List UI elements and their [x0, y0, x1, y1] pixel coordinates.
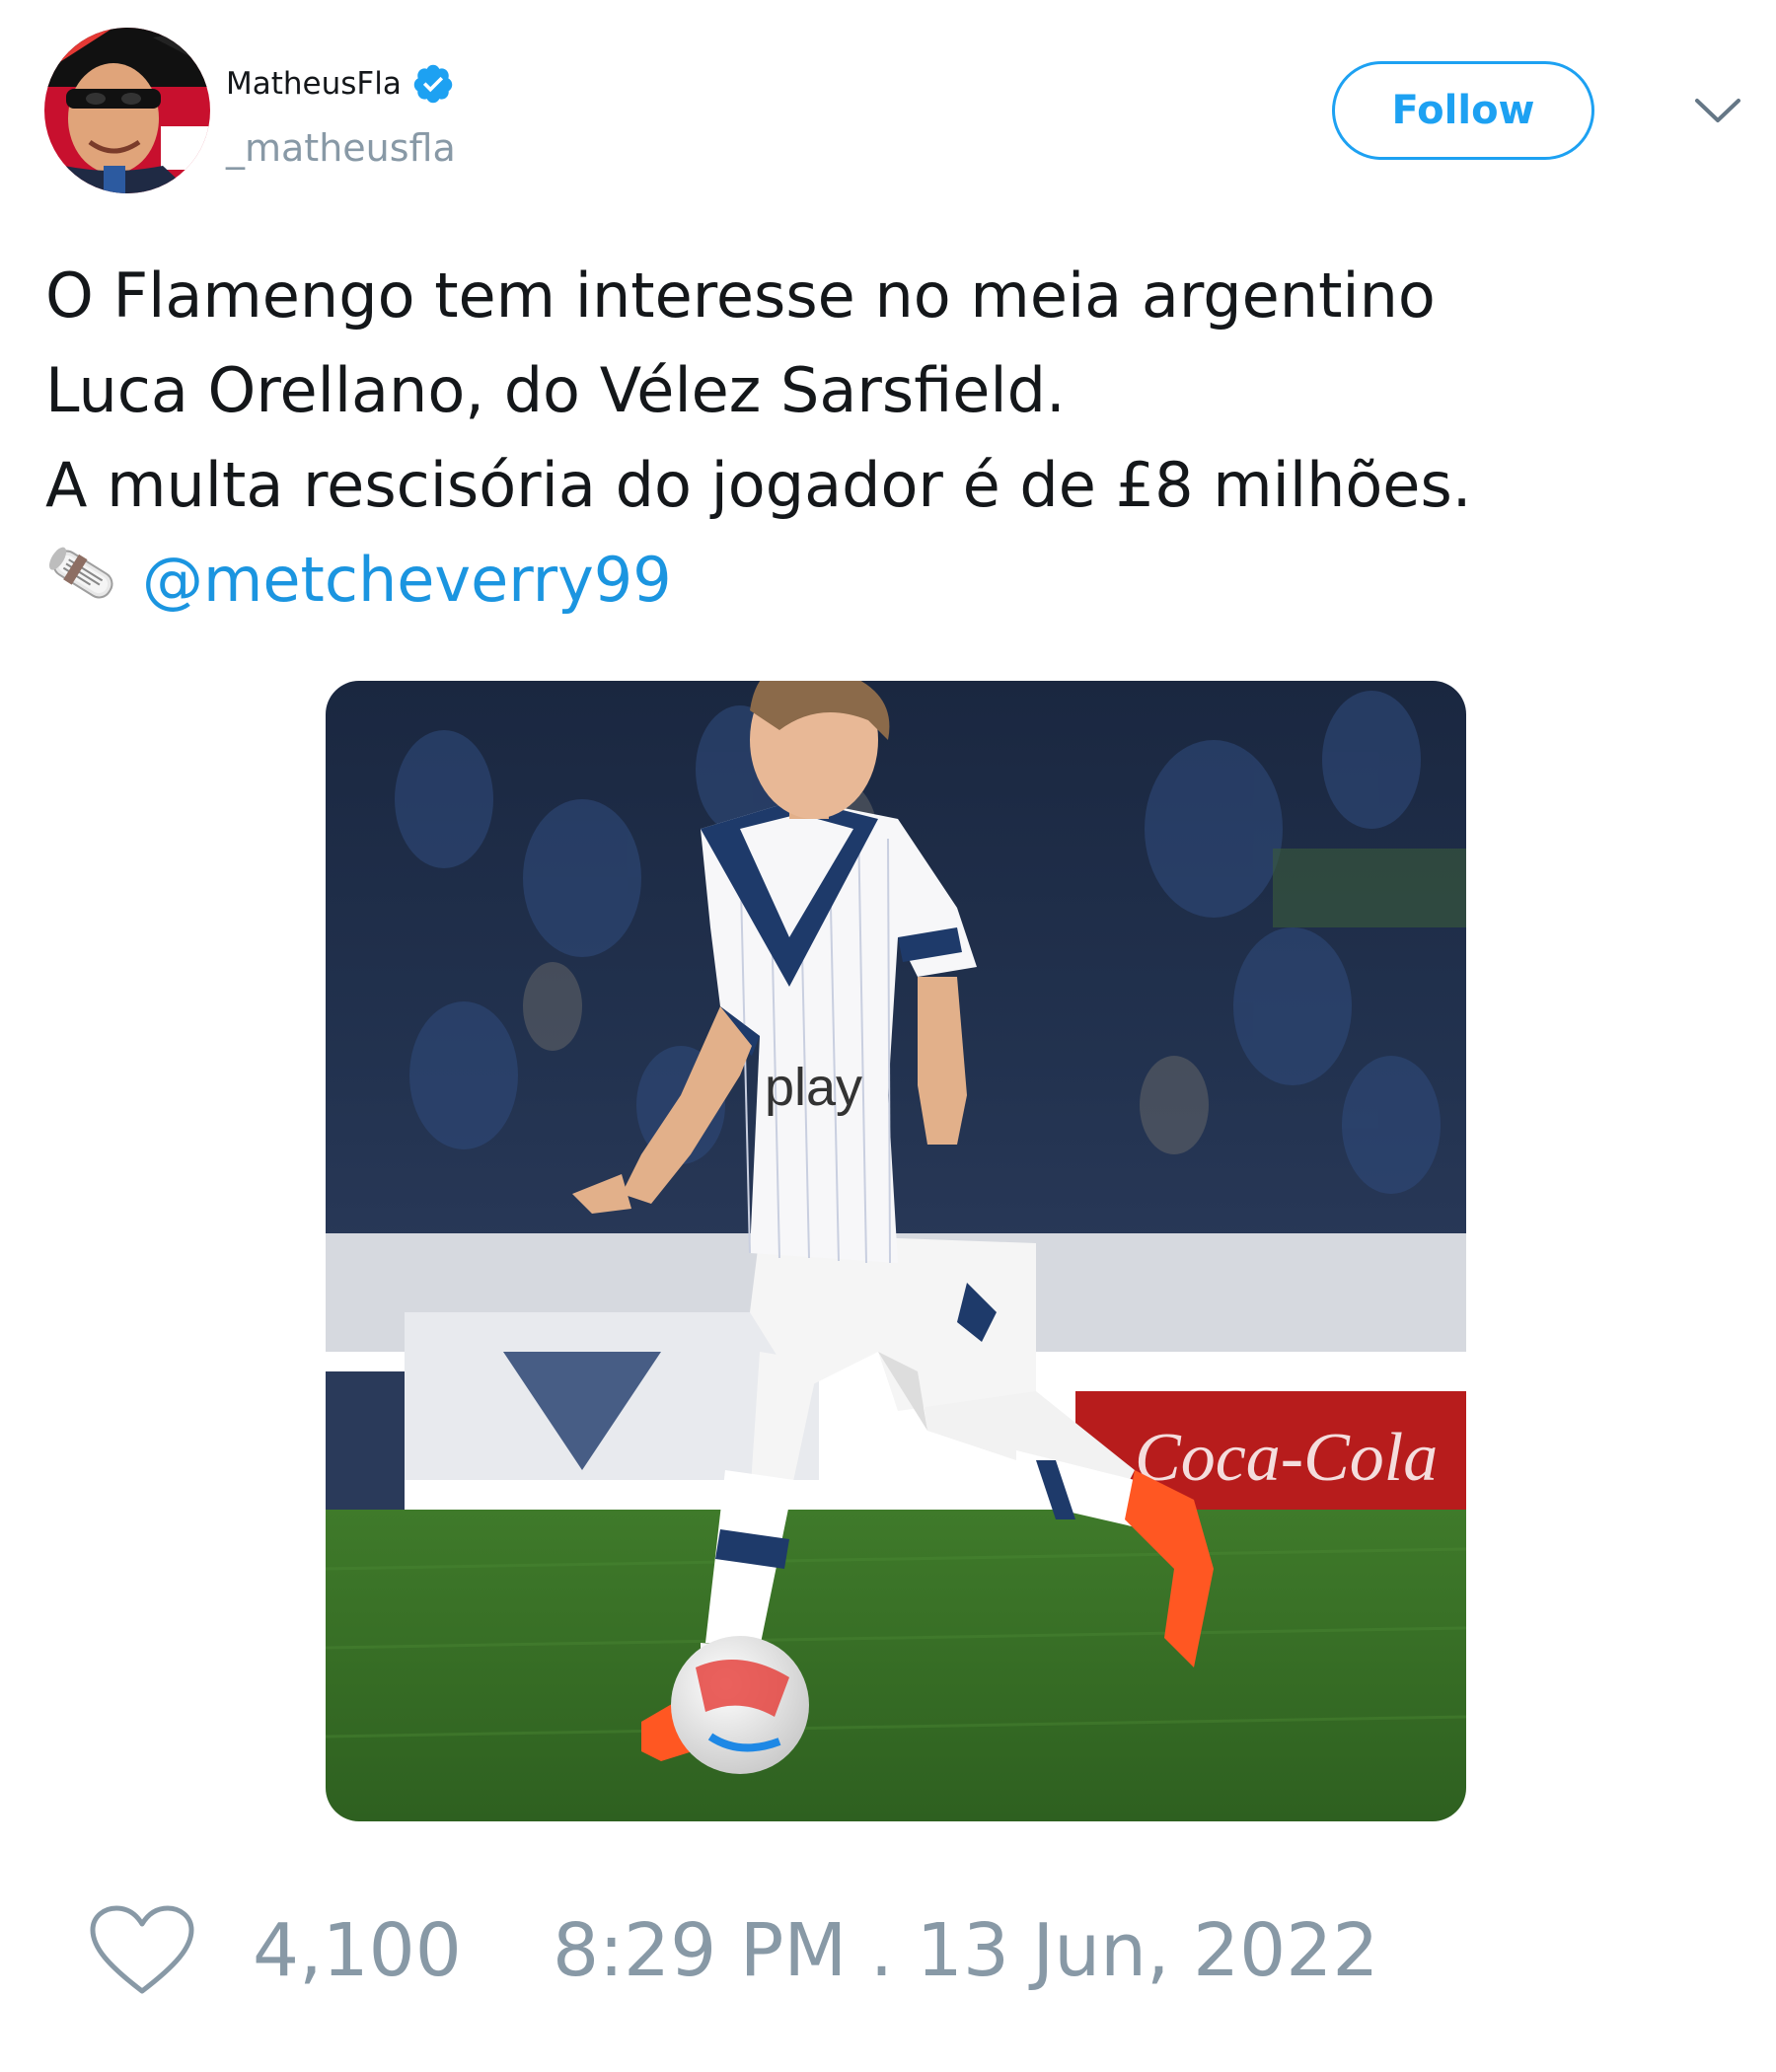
football-player-photo: Coca-Cola play — [326, 681, 1466, 1821]
author-name-row: MatheusFla — [226, 59, 455, 109]
like-count: 4,100 — [253, 1908, 462, 1993]
svg-text:play: play — [765, 1058, 862, 1117]
tweet-text-line: A multa rescisória do jogador é de £8 mi… — [45, 449, 1472, 521]
mention-link[interactable]: @metcheverry99 — [142, 544, 672, 616]
display-name[interactable]: MatheusFla — [226, 66, 402, 102]
tweet-source-line: @metcheverry99 — [45, 533, 1723, 628]
tweet-card: MatheusFla _matheusfla Follow O Flamengo… — [0, 0, 1776, 2072]
follow-button[interactable]: Follow — [1332, 61, 1594, 160]
svg-text:Coca-Cola: Coca-Cola — [1135, 1420, 1438, 1496]
tweet-text: O Flamengo tem interesse no meia argenti… — [45, 249, 1723, 628]
author-handle[interactable]: _matheusfla — [226, 126, 456, 170]
tweet-timestamp[interactable]: 8:29 PM . 13 Jun, 2022 — [553, 1908, 1378, 1993]
newspaper-icon — [48, 547, 113, 599]
tweet-text-line: Luca Orellano, do Vélez Sarsfield. — [45, 354, 1066, 426]
tweet-photo[interactable]: Coca-Cola play — [326, 681, 1466, 1821]
verified-badge-icon — [413, 64, 453, 104]
tweet-text-line: O Flamengo tem interesse no meia argenti… — [45, 259, 1436, 332]
heart-icon[interactable] — [89, 1904, 195, 1999]
chevron-down-icon[interactable] — [1693, 91, 1742, 130]
avatar[interactable] — [44, 28, 210, 193]
avatar-image — [44, 28, 210, 193]
